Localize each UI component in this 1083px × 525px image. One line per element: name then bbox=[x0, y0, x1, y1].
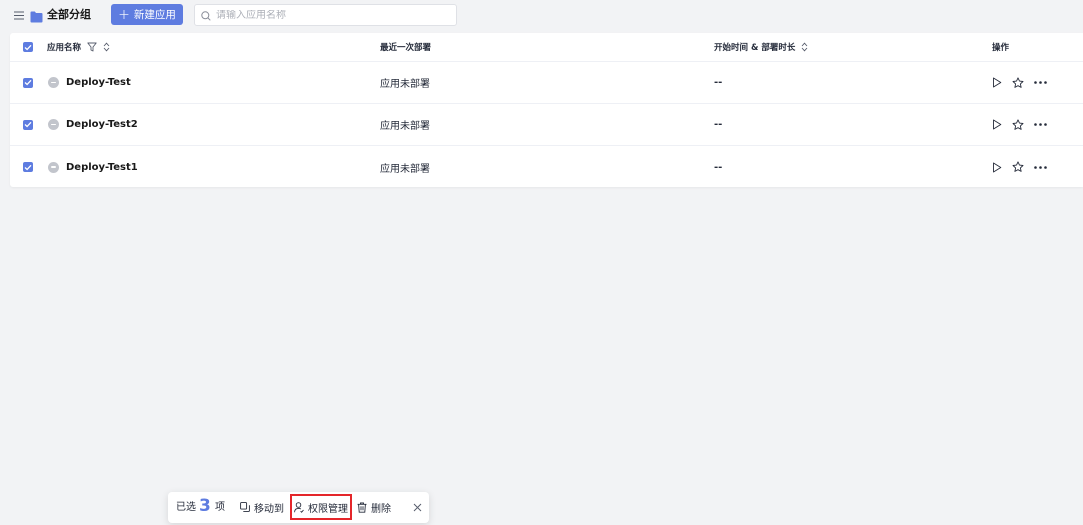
play-icon[interactable] bbox=[990, 118, 1004, 132]
folder-icon bbox=[30, 8, 43, 23]
table-row[interactable]: Deploy-Test2 应用未部署 -- bbox=[10, 104, 1083, 146]
move-to-button[interactable]: 移动到 bbox=[240, 494, 284, 520]
select-all-checkbox[interactable] bbox=[23, 42, 33, 52]
top-toolbar: 全部分组 + 新建应用 bbox=[0, 0, 1083, 30]
group-title[interactable]: 全部分组 bbox=[47, 7, 91, 23]
status-not-deployed-icon bbox=[48, 77, 59, 88]
app-name[interactable]: Deploy-Test2 bbox=[66, 119, 138, 130]
deploy-time: -- bbox=[714, 77, 723, 88]
last-deploy-status: 应用未部署 bbox=[380, 121, 430, 132]
trash-icon bbox=[357, 502, 367, 513]
row-checkbox[interactable] bbox=[23, 77, 33, 88]
sort-icon[interactable] bbox=[103, 42, 110, 52]
more-icon[interactable] bbox=[1032, 76, 1048, 90]
delete-label: 删除 bbox=[371, 503, 391, 515]
delete-button[interactable]: 删除 bbox=[357, 494, 391, 520]
last-deploy-status: 应用未部署 bbox=[380, 163, 430, 175]
column-header-actions: 操作 bbox=[992, 43, 1010, 53]
batch-selection-bar: 已选 3 项 移动到 权限管理 删除 bbox=[168, 492, 429, 523]
new-app-button[interactable]: + 新建应用 bbox=[111, 4, 183, 25]
app-name[interactable]: Deploy-Test bbox=[66, 77, 131, 88]
play-icon[interactable] bbox=[990, 76, 1004, 90]
search-input[interactable] bbox=[216, 9, 446, 21]
search-icon bbox=[201, 6, 211, 25]
sort-icon[interactable] bbox=[801, 42, 808, 52]
deploy-time: -- bbox=[714, 161, 723, 173]
filter-icon[interactable] bbox=[87, 42, 97, 52]
star-icon[interactable] bbox=[1011, 76, 1025, 90]
table-row[interactable]: Deploy-Test1 应用未部署 -- bbox=[10, 146, 1083, 188]
app-table: 应用名称 最近一次部署 开始时间 & 部署时长 操作 Deploy-Test 应… bbox=[10, 33, 1083, 187]
plus-icon: + bbox=[118, 6, 130, 23]
search-box[interactable] bbox=[194, 4, 457, 26]
table-row[interactable]: Deploy-Test 应用未部署 -- bbox=[10, 62, 1083, 104]
close-icon[interactable] bbox=[411, 500, 423, 514]
app-name[interactable]: Deploy-Test1 bbox=[66, 162, 138, 173]
selected-suffix: 项 bbox=[215, 502, 225, 513]
row-checkbox[interactable] bbox=[23, 162, 33, 172]
star-icon[interactable] bbox=[1011, 118, 1025, 132]
column-header-time: 开始时间 & 部署时长 bbox=[714, 43, 796, 53]
permission-management-label: 权限管理 bbox=[308, 503, 348, 515]
column-header-last-deploy: 最近一次部署 bbox=[380, 43, 432, 53]
column-header-name: 应用名称 bbox=[47, 43, 82, 53]
status-not-deployed-icon bbox=[48, 161, 59, 173]
move-to-label: 移动到 bbox=[254, 503, 284, 515]
star-icon[interactable] bbox=[1011, 160, 1025, 174]
permission-management-button[interactable]: 权限管理 bbox=[290, 494, 352, 520]
more-icon[interactable] bbox=[1032, 160, 1048, 174]
status-not-deployed-icon bbox=[48, 119, 59, 130]
new-app-label: 新建应用 bbox=[133, 9, 176, 21]
selected-count: 3 bbox=[199, 496, 211, 516]
deploy-time: -- bbox=[714, 119, 723, 130]
selected-prefix: 已选 bbox=[176, 502, 196, 513]
play-icon[interactable] bbox=[990, 160, 1004, 174]
user-permission-icon bbox=[294, 501, 304, 513]
more-icon[interactable] bbox=[1032, 118, 1048, 132]
table-header: 应用名称 最近一次部署 开始时间 & 部署时长 操作 bbox=[10, 33, 1083, 62]
copy-move-icon bbox=[240, 502, 250, 512]
menu-icon[interactable] bbox=[12, 8, 26, 22]
last-deploy-status: 应用未部署 bbox=[380, 79, 430, 90]
row-checkbox[interactable] bbox=[23, 119, 33, 130]
